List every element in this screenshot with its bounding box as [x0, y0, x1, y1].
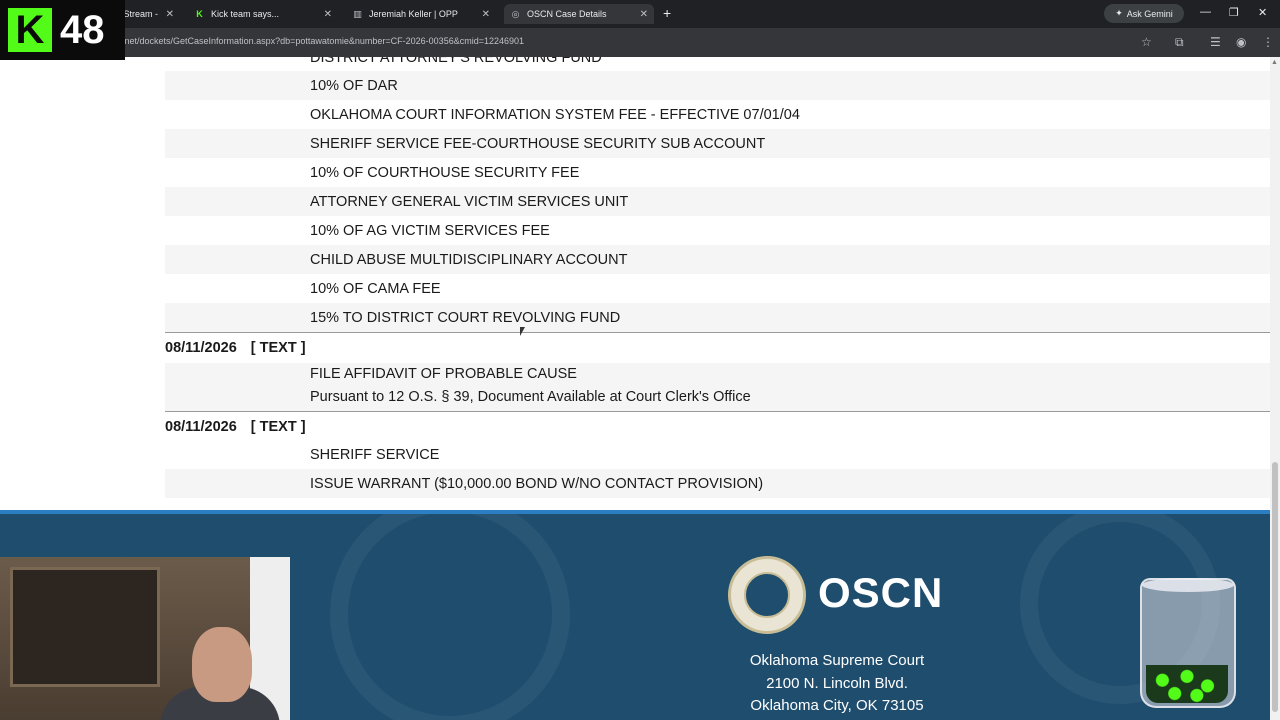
kick-logo-icon: K [8, 8, 52, 52]
webcam-shelf [10, 567, 160, 687]
entry-divider [165, 332, 1270, 333]
tab-title: OSCN Case Details [527, 9, 607, 19]
docket-entry-header: 08/11/2026 [ TEXT ] [165, 419, 306, 435]
tab-oscn[interactable]: ◎ OSCN Case Details ✕ [504, 4, 654, 24]
webcam-overlay [0, 557, 290, 720]
fee-label: 10% OF DAR [310, 77, 398, 94]
fee-label: OKLAHOMA COURT INFORMATION SYSTEM FEE - … [310, 106, 800, 123]
fee-row: 10% OF COURTHOUSE SECURITY FEE [165, 158, 1270, 187]
footer-address-line: Oklahoma Supreme Court [749, 652, 925, 669]
fee-row: 10% OF CAMA FEE [165, 274, 1270, 303]
globe-icon: ◎ [511, 8, 520, 19]
fee-label: 10% OF CAMA FEE [310, 280, 441, 297]
entry-code: [ TEXT ] [250, 419, 306, 435]
fee-label: ATTORNEY GENERAL VICTIM SERVICES UNIT [310, 193, 629, 210]
entry-note: ISSUE WARRANT ($10,000.00 BOND W/NO CONT… [310, 475, 764, 492]
seal-center [744, 572, 790, 618]
footer-address-line: Oklahoma City, OK 73105 [750, 697, 924, 714]
close-icon[interactable]: ✕ [482, 9, 490, 20]
entry-date: 08/11/2026 [165, 419, 237, 435]
entry-code: [ TEXT ] [250, 340, 306, 356]
fee-row: CHILD ABUSE MULTIDISCIPLINARY ACCOUNT [165, 245, 1270, 274]
fee-row: OKLAHOMA COURT INFORMATION SYSTEM FEE - … [165, 100, 1270, 129]
kick-icon: K [196, 9, 203, 19]
footer-address-line: 2100 N. Lincoln Blvd. [766, 675, 908, 692]
bookmark-star-icon[interactable]: ☆ [1141, 35, 1152, 49]
book-icon: ▥ [353, 8, 362, 19]
fee-row: 10% OF DAR [165, 71, 1270, 100]
entry-row: ISSUE WARRANT ($10,000.00 BOND W/NO CONT… [165, 469, 1270, 498]
extensions-icon[interactable]: ⧉ [1175, 35, 1184, 50]
tab-title: Jeremiah Keller | OPP [369, 9, 458, 19]
close-icon[interactable]: ✕ [640, 9, 648, 20]
footer-watermark [330, 514, 570, 720]
gemini-icon: ✦ [1115, 8, 1123, 18]
new-tab-button[interactable]: + [663, 5, 671, 21]
fee-row: 15% TO DISTRICT COURT REVOLVING FUND [165, 303, 1270, 332]
fee-label: 15% TO DISTRICT COURT REVOLVING FUND [310, 309, 621, 326]
close-icon[interactable]: ✕ [324, 9, 332, 20]
fee-row: SHERIFF SERVICE FEE-COURTHOUSE SECURITY … [165, 129, 1270, 158]
entry-description: FILE AFFIDAVIT OF PROBABLE CAUSE [310, 366, 577, 382]
tab-kick-team[interactable]: K Kick team says... ✕ [188, 4, 338, 24]
entry-note: Pursuant to 12 O.S. § 39, Document Avail… [310, 389, 751, 405]
profile-icon[interactable]: ◉ [1236, 35, 1246, 49]
webcam-person-head [192, 627, 252, 702]
minimize-icon[interactable]: — [1200, 6, 1211, 18]
fee-label: SHERIFF SERVICE FEE-COURTHOUSE SECURITY … [310, 135, 766, 152]
scroll-up-icon[interactable]: ▲ [1271, 59, 1278, 66]
entry-divider [165, 411, 1270, 412]
maximize-icon[interactable]: ❐ [1229, 6, 1239, 19]
docket-entry-header: 08/11/2026 [ TEXT ] [165, 340, 306, 356]
fee-row: ATTORNEY GENERAL VICTIM SERVICES UNIT [165, 187, 1270, 216]
page-scrollbar[interactable]: ▲ [1270, 57, 1280, 720]
menu-icon[interactable]: ⋮ [1262, 35, 1274, 49]
close-window-icon[interactable]: ✕ [1258, 6, 1267, 19]
close-icon[interactable]: ✕ [166, 9, 174, 20]
reading-list-icon[interactable]: ☰ [1210, 35, 1221, 49]
scrollbar-thumb[interactable] [1272, 462, 1278, 712]
docket-content: DISTRICT ATTORNEY'S REVOLVING FUND 10% O… [0, 57, 1270, 510]
tip-jar-coins-icon [1146, 665, 1228, 703]
entry-description: SHERIFF SERVICE [310, 446, 440, 463]
fee-label: DISTRICT ATTORNEY'S REVOLVING FUND [310, 57, 602, 66]
fee-label: 10% OF COURTHOUSE SECURITY FEE [310, 164, 580, 181]
fee-label: CHILD ABUSE MULTIDISCIPLINARY ACCOUNT [310, 251, 628, 268]
entry-row: SHERIFF SERVICE [165, 440, 1270, 469]
ask-gemini-label: Ask Gemini [1126, 8, 1173, 19]
mouse-cursor-icon [520, 327, 525, 336]
fee-label: 10% OF AG VICTIM SERVICES FEE [310, 222, 550, 239]
address-bar: ⟳ n.net/dockets/GetCaseInformation.aspx?… [0, 28, 1280, 57]
oscn-logo[interactable]: OSCN [818, 569, 943, 617]
browser-tab-bar: K Justice Poseidon Stream - Watch Li ✕ K… [0, 0, 1280, 28]
fee-row: 10% OF AG VICTIM SERVICES FEE [165, 216, 1270, 245]
supreme-court-seal-icon [728, 556, 806, 634]
docket-entry-body: FILE AFFIDAVIT OF PROBABLE CAUSE Pursuan… [165, 363, 1270, 411]
tip-jar-rim [1142, 578, 1234, 592]
stream-viewer-badge: K 48 [0, 0, 125, 60]
viewer-count: 48 [60, 7, 105, 52]
tab-opp[interactable]: ▥ Jeremiah Keller | OPP ✕ [346, 4, 496, 24]
url-field[interactable]: n.net/dockets/GetCaseInformation.aspx?db… [117, 36, 524, 46]
tab-title: Kick team says... [211, 9, 280, 19]
ask-gemini-button[interactable]: ✦ Ask Gemini [1104, 4, 1184, 23]
fee-row: DISTRICT ATTORNEY'S REVOLVING FUND [165, 57, 1270, 72]
entry-date: 08/11/2026 [165, 340, 237, 356]
